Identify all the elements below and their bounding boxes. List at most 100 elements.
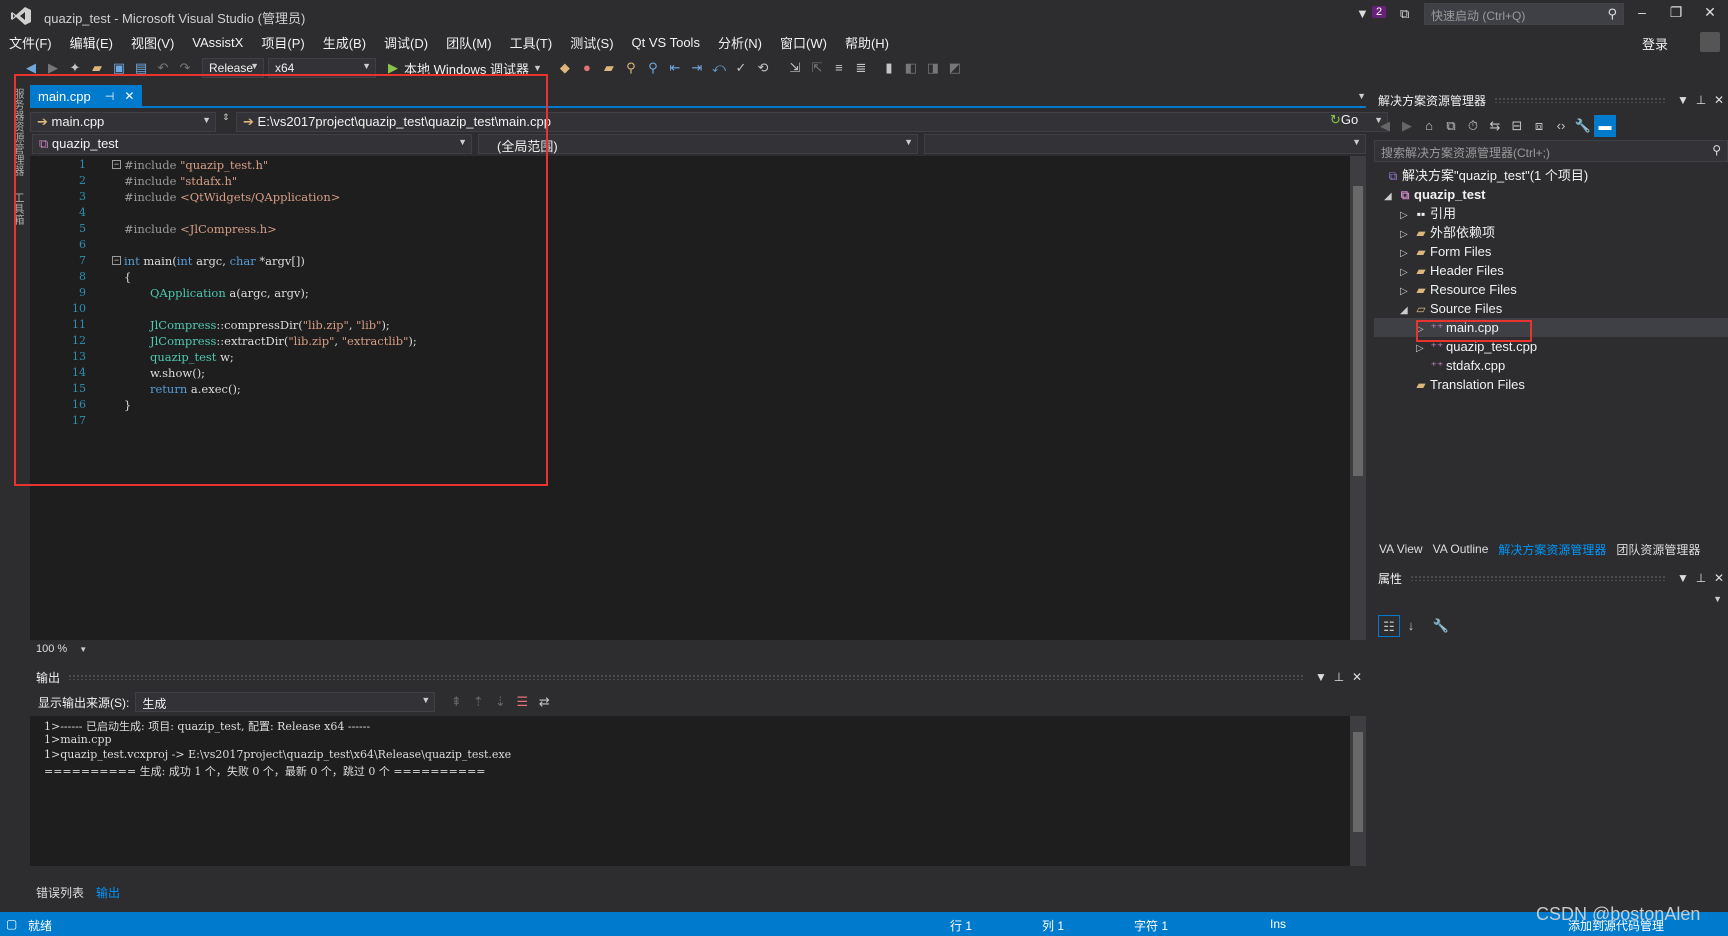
close-icon[interactable]: ✕ — [1710, 93, 1728, 107]
menu-edit[interactable]: 编辑(E) — [61, 29, 122, 56]
preview-selected-icon[interactable]: ▬ — [1594, 115, 1616, 137]
navigate-back-icon[interactable]: ⇤ — [664, 57, 686, 79]
menu-team[interactable]: 团队(M) — [437, 29, 501, 56]
tree-translation-files[interactable]: ▰ Translation Files — [1400, 375, 1525, 394]
tree-source-files[interactable]: ◢ ▱ Source Files — [1400, 299, 1502, 318]
chevron-down-icon[interactable]: ▼ — [533, 63, 542, 73]
maximize-button[interactable]: ❐ — [1664, 4, 1688, 24]
prev-message-icon[interactable]: ⇡ — [467, 691, 489, 713]
login-link[interactable]: 登录 — [1642, 34, 1668, 53]
pin-icon[interactable]: ⊥ — [1692, 571, 1710, 585]
pin-icon[interactable]: ⊥ — [1692, 93, 1710, 107]
output-source-select[interactable]: 生成 ▼ — [135, 692, 436, 712]
indent-icon[interactable]: ⇲ — [784, 57, 806, 79]
chevron-down-icon[interactable]: ▼ — [1312, 670, 1330, 684]
sync-icon[interactable]: ⇆ — [1484, 115, 1506, 137]
tab-output[interactable]: 输出 — [90, 882, 126, 903]
menu-debug[interactable]: 调试(D) — [375, 29, 437, 56]
property-pages-wrench-icon[interactable]: 🔧 — [1430, 615, 1452, 637]
clear-all-icon[interactable]: ☰ — [511, 691, 533, 713]
find-in-files-icon[interactable]: ⚲ — [620, 57, 642, 79]
chevron-down-icon[interactable]: ▼ — [79, 645, 87, 654]
menu-test[interactable]: 测试(S) — [561, 29, 622, 56]
collapse-all-icon[interactable]: ⊟ — [1506, 115, 1528, 137]
tree-solution-root[interactable]: ⧉ 解决方案"quazip_test"(1 个项目) — [1384, 166, 1589, 185]
properties-wrench-icon[interactable]: 🔧 — [1572, 115, 1594, 137]
panel-grip[interactable] — [1410, 575, 1666, 581]
notification-badge[interactable]: 2 — [1372, 6, 1387, 18]
close-window-button[interactable]: ✕ — [1698, 4, 1722, 24]
tree-stdafx-cpp[interactable]: ⁺⁺ stdafx.cpp — [1416, 356, 1506, 375]
menu-help[interactable]: 帮助(H) — [836, 29, 898, 56]
find-symbol-icon[interactable]: ⚲ — [642, 57, 664, 79]
menu-analyze[interactable]: 分析(N) — [709, 29, 771, 56]
chevron-down-icon[interactable]: ▼ — [1674, 93, 1692, 107]
pin-icon[interactable]: ⊥ — [1330, 670, 1348, 684]
alphabetical-icon[interactable]: ↓ — [1400, 615, 1422, 637]
sync-icon[interactable]: ⟲ — [752, 57, 774, 79]
tab-solution-explorer[interactable]: 解决方案资源管理器 — [1493, 538, 1611, 561]
menu-tools[interactable]: 工具(T) — [501, 29, 562, 56]
uncomment-icon[interactable]: ≣ — [850, 57, 872, 79]
tree-project[interactable]: ◢ ⧉ quazip_test — [1384, 185, 1486, 204]
menu-view[interactable]: 视图(V) — [122, 29, 183, 56]
menu-build[interactable]: 生成(B) — [314, 29, 375, 56]
zoom-level[interactable]: 100 % — [36, 643, 67, 655]
scrollbar-thumb[interactable] — [1353, 186, 1363, 476]
qt-icon[interactable]: ◆ — [554, 57, 576, 79]
open-folder-icon[interactable]: ▰ — [598, 57, 620, 79]
feedback-icon[interactable]: ⧉ — [1400, 6, 1409, 22]
member-select[interactable]: ▼ — [924, 134, 1366, 154]
output-text[interactable]: 1>------ 已启动生成: 项目: quazip_test, 配置: Rel… — [30, 716, 1350, 866]
editor-vertical-scrollbar[interactable] — [1350, 156, 1366, 640]
menu-qt-vs-tools[interactable]: Qt VS Tools — [623, 31, 709, 54]
panel-grip[interactable] — [1494, 97, 1666, 103]
tree-resource-files[interactable]: ▷ ▰ Resource Files — [1400, 280, 1517, 299]
tree-external-deps[interactable]: ▷ ▰ 外部依赖项 — [1400, 223, 1495, 242]
categorized-icon[interactable]: ☷ — [1378, 615, 1400, 637]
refactor-icon[interactable]: ⤺ — [708, 57, 730, 79]
va-icon[interactable]: ● — [576, 57, 598, 79]
back-icon[interactable]: ◀ — [1374, 115, 1396, 137]
prev-bookmark-icon[interactable]: ◧ — [900, 57, 922, 79]
tree-header-files[interactable]: ▷ ▰ Header Files — [1400, 261, 1504, 280]
scrollbar-thumb[interactable] — [1353, 732, 1363, 832]
tab-va-view[interactable]: VA View — [1374, 539, 1428, 559]
menu-project[interactable]: 项目(P) — [252, 29, 313, 56]
outdent-icon[interactable]: ⇱ — [806, 57, 828, 79]
find-message-icon[interactable]: ⇞ — [445, 691, 467, 713]
pending-changes-icon[interactable]: ⏱ — [1462, 115, 1484, 137]
minimize-button[interactable]: – — [1630, 4, 1654, 24]
next-bookmark-icon[interactable]: ◨ — [922, 57, 944, 79]
forward-icon[interactable]: ▶ — [1396, 115, 1418, 137]
switch-views-icon[interactable]: ⧉ — [1440, 115, 1462, 137]
quick-launch-input[interactable]: 快速启动 (Ctrl+Q) ⚲ — [1424, 3, 1624, 25]
comment-icon[interactable]: ≡ — [828, 57, 850, 79]
expanded-icon[interactable]: ◢ — [1384, 187, 1396, 206]
spell-check-icon[interactable]: ✓ — [730, 57, 752, 79]
view-code-icon[interactable]: ‹› — [1550, 115, 1572, 137]
menu-window[interactable]: 窗口(W) — [771, 29, 836, 56]
tab-team-explorer[interactable]: 团队资源管理器 — [1611, 538, 1705, 561]
menu-file[interactable]: 文件(F) — [0, 29, 61, 56]
next-message-icon[interactable]: ⇣ — [489, 691, 511, 713]
filter-notification-icon[interactable]: ▼ — [1356, 6, 1369, 21]
tab-overflow-chevron-icon[interactable]: ▼ — [1357, 91, 1366, 101]
home-icon[interactable]: ⌂ — [1418, 115, 1440, 137]
output-vertical-scrollbar[interactable] — [1350, 716, 1366, 866]
menu-vassistx[interactable]: VAssistX — [183, 31, 252, 54]
properties-object-select[interactable]: ▼ — [1374, 592, 1728, 610]
tree-references[interactable]: ▷ ▪▪ 引用 — [1400, 204, 1456, 223]
go-button[interactable]: ↻Go — [1330, 112, 1358, 128]
tab-error-list[interactable]: 错误列表 — [30, 882, 90, 903]
show-all-files-icon[interactable]: ⧈ — [1528, 115, 1550, 137]
tab-va-outline[interactable]: VA Outline — [1428, 539, 1494, 559]
word-wrap-icon[interactable]: ⇄ — [533, 691, 555, 713]
tree-form-files[interactable]: ▷ ▰ Form Files — [1400, 242, 1491, 261]
profile-icon[interactable] — [1700, 32, 1720, 52]
close-icon[interactable]: ✕ — [1348, 670, 1366, 684]
clear-bookmarks-icon[interactable]: ◩ — [944, 57, 966, 79]
solution-search-input[interactable]: 搜索解决方案资源管理器(Ctrl+;) ⚲ — [1374, 140, 1728, 162]
close-icon[interactable]: ✕ — [1710, 571, 1728, 585]
chevron-down-icon[interactable]: ▼ — [1674, 571, 1692, 585]
